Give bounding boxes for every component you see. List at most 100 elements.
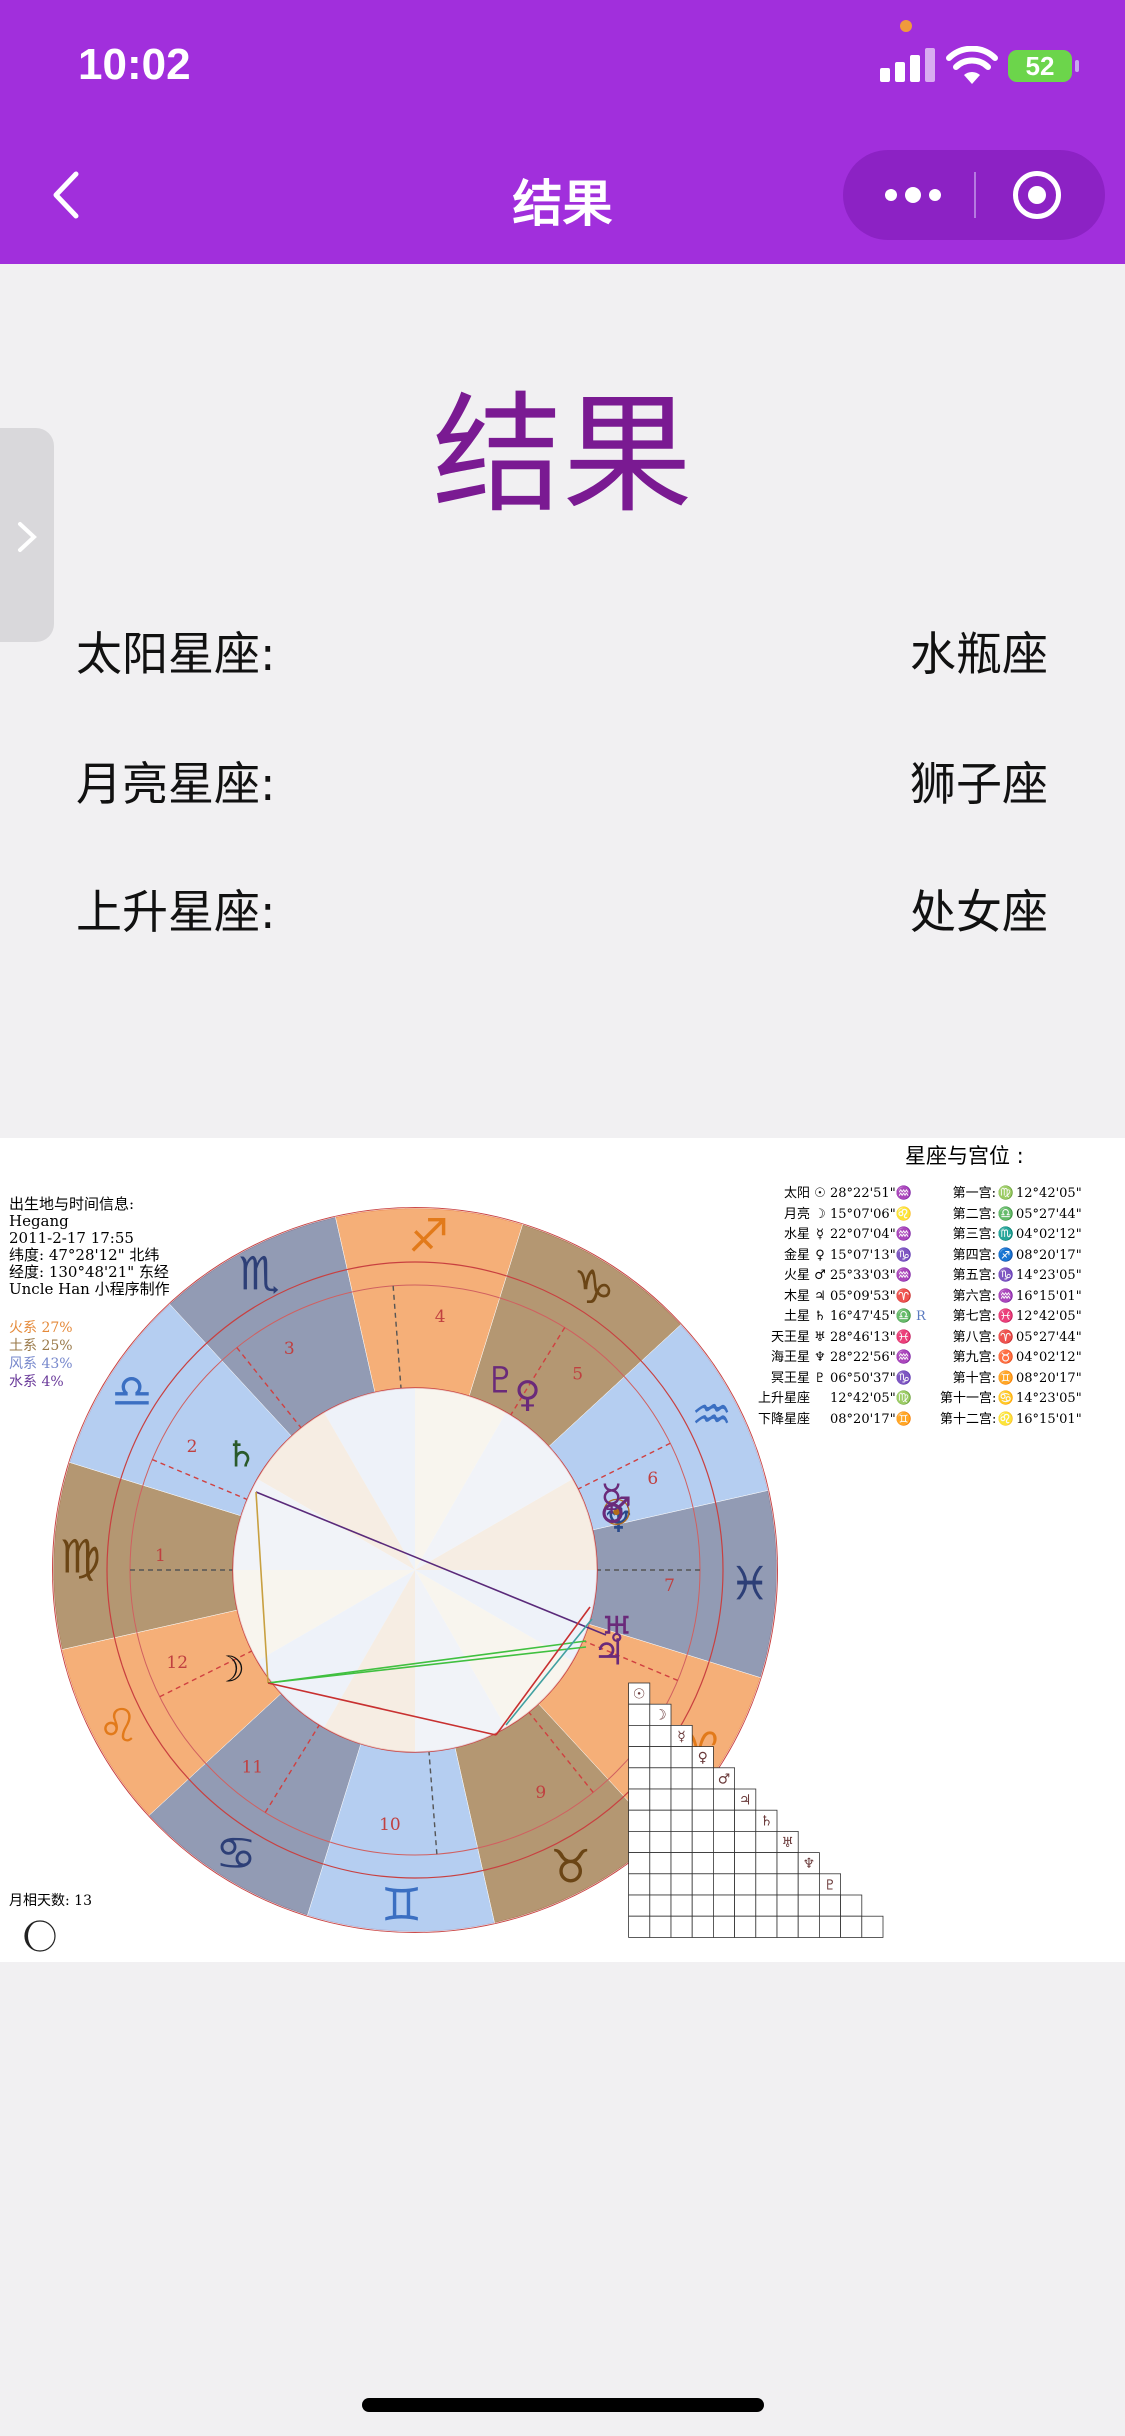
zodiac-glyph: ♊ (381, 1878, 422, 1932)
aspect-grid-glyph: ♃ (739, 1793, 752, 1809)
house-degree: 05°27'44" (1016, 1329, 1082, 1345)
planet-glyph: ♀ (815, 1247, 825, 1263)
zodiac-glyph: ♌ (98, 1699, 139, 1753)
house-name: 第十二宫: (940, 1411, 997, 1427)
house-number: 7 (664, 1576, 675, 1596)
aspect-cell (840, 1915, 863, 1938)
house-row: 第十一宫: ♋ 14°23'05" (940, 1387, 1082, 1408)
aspect-cell (649, 1852, 672, 1875)
moon-sign-label: 月亮星座: (76, 757, 276, 811)
house-name: 第八宫: (952, 1329, 996, 1345)
moon-sign-value: 狮子座 (910, 757, 1048, 811)
planet-degree: 25°33'03" (830, 1268, 896, 1283)
planet-glyph: ♆ (814, 1350, 826, 1365)
house-number: 4 (435, 1307, 446, 1327)
house-degree: 14°23'05" (1016, 1268, 1082, 1283)
house-degree: 14°23'05" (1016, 1391, 1082, 1406)
aspect-cell (628, 1809, 651, 1832)
house-row: 第三宫: ♏ 04°02'12" (940, 1223, 1082, 1244)
aspect-cell (670, 1915, 693, 1938)
aspect-cell (734, 1852, 757, 1875)
aspect-cell (628, 1725, 651, 1748)
aspect-cell (734, 1830, 757, 1853)
aspect-cell (713, 1852, 736, 1875)
planet-glyph: ♇ (485, 1360, 517, 1401)
aspect-cell (818, 1915, 841, 1938)
aspect-cell (776, 1915, 799, 1938)
planet-glyph: ☿ (816, 1227, 824, 1242)
house-sign: ♊ (997, 1370, 1015, 1386)
planet-sign: ♒ (895, 1350, 912, 1365)
zodiac-glyph: ♏ (239, 1246, 280, 1300)
aspect-cell (776, 1873, 799, 1896)
house-degree: 16°15'01" (1016, 1411, 1082, 1427)
aspect-grid-glyph: ☉ (633, 1687, 646, 1703)
aspect-cell (628, 1894, 651, 1917)
signal-icon (880, 48, 940, 82)
house-row: 第十宫: ♊ 08°20'17" (940, 1367, 1082, 1388)
house-degree: 08°20'17" (1016, 1247, 1082, 1263)
house-name: 第六宫: (952, 1288, 996, 1304)
aspect-cell (628, 1830, 651, 1853)
planet-name: 太阳 (783, 1186, 810, 1201)
house-sign: ♒ (997, 1288, 1015, 1304)
sun-sign-row: 太阳星座: 水瓶座 (76, 618, 1048, 684)
rising-sign-row: 上升星座: 处女座 (76, 876, 1048, 942)
home-indicator (362, 2398, 764, 2412)
aspect-cell (628, 1746, 651, 1769)
zodiac-glyph: ♋ (215, 1826, 256, 1880)
house-name: 第二宫: (952, 1206, 996, 1222)
house-name: 第七宫: (952, 1309, 996, 1324)
planet-degree: 08°20'17" (830, 1411, 896, 1427)
planet-glyph: ♂ (814, 1268, 826, 1283)
house-row: 第十二宫: ♌ 16°15'01" (940, 1408, 1082, 1429)
aspect-cell (670, 1852, 693, 1875)
planet-degree: 28°22'51" (830, 1186, 896, 1201)
aspect-grid: ☉ ☽ ☿ ♀ ♂ ♃ ♄ ♅ ♆ ♇ (628, 1682, 884, 1938)
zodiac-glyph: ♑ (573, 1260, 614, 1314)
more-icon[interactable] (883, 181, 943, 209)
house-row: 第七宫: ♓ 12°42'05" (940, 1305, 1082, 1326)
planet-sign: ♈ (895, 1288, 912, 1304)
planet-glyph: ♄ (225, 1434, 257, 1475)
rising-sign-label: 上升星座: (76, 885, 276, 939)
planet-degree: 15°07'06" (830, 1206, 896, 1222)
aspect-cell (691, 1873, 714, 1896)
aspect-grid-glyph: ♅ (781, 1835, 794, 1851)
planet-sign: ♊ (895, 1411, 912, 1427)
aspect-cell (713, 1894, 736, 1917)
planet-sign: ♒ (895, 1227, 912, 1242)
planet-sign: ♒ (895, 1186, 912, 1201)
sun-sign-value: 水瓶座 (910, 627, 1048, 681)
aspect-cell (755, 1852, 778, 1875)
close-mini-program-icon[interactable] (1013, 171, 1061, 219)
aspect-cell (691, 1915, 714, 1938)
house-row: 第四宫: ♐ 08°20'17" (940, 1244, 1082, 1265)
aspect-cell (649, 1830, 672, 1853)
house-degree: 04°02'12" (1016, 1350, 1082, 1365)
aspect-cell (713, 1788, 736, 1811)
planet-degree: 05°09'53" (830, 1288, 896, 1304)
house-sign: ♌ (997, 1411, 1015, 1427)
aspect-cell (628, 1915, 651, 1938)
planet-row: 太阳 ☉ 28°22'51"♒ (742, 1182, 926, 1203)
sun-sign-label: 太阳星座: (76, 627, 276, 681)
house-degree: 16°15'01" (1016, 1288, 1082, 1304)
planet-glyph: ♇ (814, 1370, 826, 1386)
house-row: 第二宫: ♎ 05°27'44" (940, 1203, 1082, 1224)
aspect-cell (649, 1767, 672, 1790)
aspect-cell (691, 1830, 714, 1853)
capsule-divider (974, 172, 976, 218)
aspect-cell (797, 1894, 820, 1917)
aspect-cell (628, 1703, 651, 1726)
house-degree: 04°02'12" (1016, 1227, 1082, 1242)
aspect-cell (713, 1915, 736, 1938)
aspect-cell (670, 1767, 693, 1790)
planet-sign: ♌ (895, 1206, 912, 1222)
aspect-cell (755, 1873, 778, 1896)
table-title: 星座与宫位 : (905, 1144, 1024, 1168)
aspect-cell (691, 1788, 714, 1811)
aspect-grid-glyph: ☽ (654, 1708, 667, 1724)
house-sign: ♓ (997, 1309, 1015, 1324)
house-number: 10 (379, 1815, 401, 1835)
